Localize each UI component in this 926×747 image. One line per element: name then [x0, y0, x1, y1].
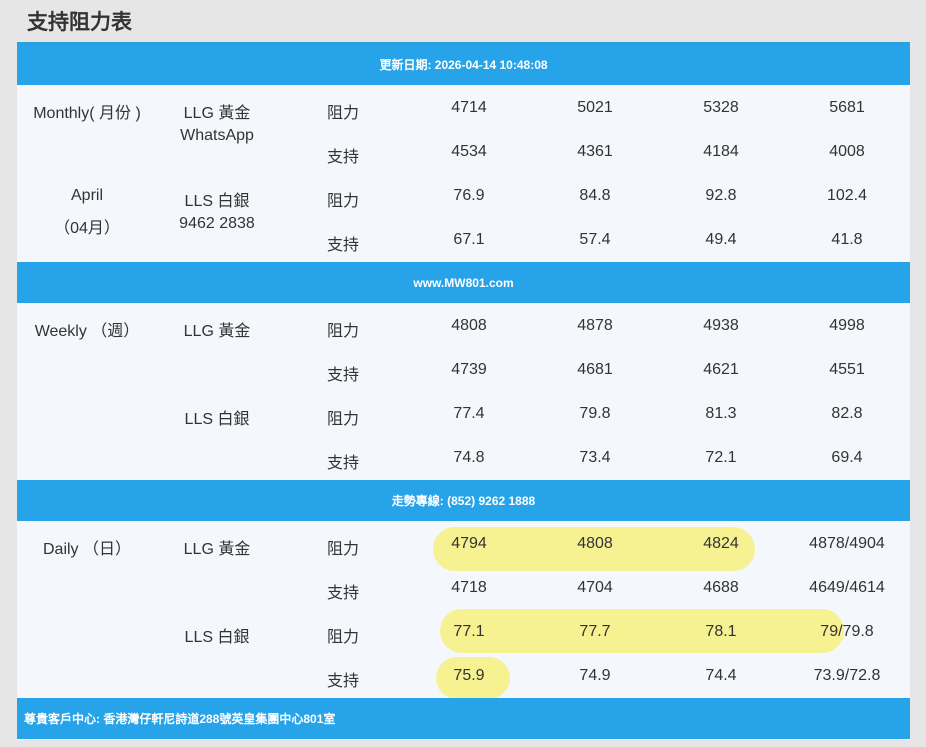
row-label: 阻力 — [326, 323, 360, 340]
value-cell: 74.8 — [453, 449, 485, 466]
monthly-gold-label: LLG 黃金 — [183, 105, 251, 122]
monthly-period-label: Monthly( 月份 ) — [33, 105, 141, 122]
value-cell: 57.4 — [579, 231, 611, 248]
value-cell: 102.4 — [826, 187, 868, 204]
value-cell: 4808 — [451, 317, 487, 334]
value-cell: 76.9 — [453, 187, 485, 204]
weekly-gold-label: LLG 黃金 — [183, 323, 251, 340]
row-label: 支持 — [326, 149, 360, 166]
row-label: 支持 — [326, 455, 360, 472]
value-cell: 4551 — [829, 361, 865, 378]
value-cell: 4878 — [577, 317, 613, 334]
value-cell: 49.4 — [705, 231, 737, 248]
value-cell: 67.1 — [453, 231, 485, 248]
row-label: 支持 — [326, 673, 360, 690]
daily-silver-label: LLS 白銀 — [184, 629, 250, 646]
value-cell: 77.1 — [453, 623, 485, 640]
update-date-band: 更新日期: 2026-04-14 10:48:08 — [17, 44, 910, 85]
value-cell: 4688 — [703, 579, 739, 596]
value-cell: 4938 — [703, 317, 739, 334]
value-cell: 4718 — [451, 579, 487, 596]
whatsapp-phone[interactable]: 9462 2838 — [179, 215, 255, 233]
value-cell: 4714 — [451, 99, 487, 116]
daily-gold-label: LLG 黃金 — [183, 541, 251, 558]
value-cell: 77.4 — [453, 405, 485, 422]
website-band[interactable]: www.MW801.com — [17, 262, 910, 303]
value-cell: 4704 — [577, 579, 613, 596]
row-label: 阻力 — [326, 105, 360, 122]
value-cell: 4878/4904 — [809, 535, 885, 552]
row-label: 阻力 — [326, 541, 360, 558]
value-cell: 4534 — [451, 143, 487, 160]
weekly-silver-label: LLS 白銀 — [184, 411, 250, 428]
row-label: 阻力 — [326, 629, 360, 646]
value-cell: 41.8 — [831, 231, 863, 248]
value-cell: 4808 — [577, 535, 613, 552]
value-cell: 92.8 — [705, 187, 737, 204]
value-cell: 84.8 — [579, 187, 611, 204]
value-cell: 81.3 — [705, 405, 737, 422]
row-label: 支持 — [326, 585, 360, 602]
row-label: 支持 — [326, 367, 360, 384]
value-cell: 5681 — [829, 99, 865, 116]
weekly-period-label: Weekly （週） — [34, 323, 140, 340]
page-title: 支持阻力表 — [27, 10, 132, 34]
support-resistance-table: 更新日期: 2026-04-14 10:48:08 www.MW801.com … — [17, 42, 910, 740]
value-cell: 5021 — [577, 99, 613, 116]
value-cell: 75.9 — [453, 667, 485, 684]
value-cell: 4998 — [829, 317, 865, 334]
value-cell: 74.9 — [579, 667, 611, 684]
monthly-month-label: April — [70, 187, 104, 204]
value-cell: 74.4 — [705, 667, 737, 684]
row-label: 阻力 — [326, 411, 360, 428]
daily-period-label: Daily （日） — [42, 541, 132, 558]
value-cell: 72.1 — [705, 449, 737, 466]
hotline-band: 走勢專線: (852) 9262 1888 — [17, 480, 910, 521]
value-cell: 4184 — [703, 143, 739, 160]
value-cell: 4739 — [451, 361, 487, 378]
value-cell: 77.7 — [579, 623, 611, 640]
value-cell: 73.9/72.8 — [813, 667, 881, 684]
whatsapp-label: WhatsApp — [180, 127, 254, 144]
monthly-month-cn-label: （04月） — [54, 220, 120, 237]
value-cell: 4649/4614 — [809, 579, 885, 596]
value-cell: 4681 — [577, 361, 613, 378]
value-cell: 82.8 — [831, 405, 863, 422]
highlight-daily-silver-resistance — [440, 609, 844, 653]
value-cell: 79/79.8 — [820, 623, 874, 640]
value-cell: 4824 — [703, 535, 739, 552]
address-band: 尊貴客戶中心: 香港灣仔軒尼詩道288號英皇集團中心801室 — [17, 698, 910, 739]
value-cell: 73.4 — [579, 449, 611, 466]
monthly-silver-label: LLS 白銀 — [184, 193, 250, 210]
support-resistance-page: 支持阻力表 更新日期: 2026-04-14 10:48:08 www.MW80… — [0, 0, 926, 747]
row-label: 阻力 — [326, 193, 360, 210]
value-cell: 5328 — [703, 99, 739, 116]
value-cell: 4008 — [829, 143, 865, 160]
value-cell: 4621 — [703, 361, 739, 378]
value-cell: 4361 — [577, 143, 613, 160]
row-label: 支持 — [326, 237, 360, 254]
value-cell: 78.1 — [705, 623, 737, 640]
value-cell: 4794 — [451, 535, 487, 552]
value-cell: 79.8 — [579, 405, 611, 422]
value-cell: 69.4 — [831, 449, 863, 466]
